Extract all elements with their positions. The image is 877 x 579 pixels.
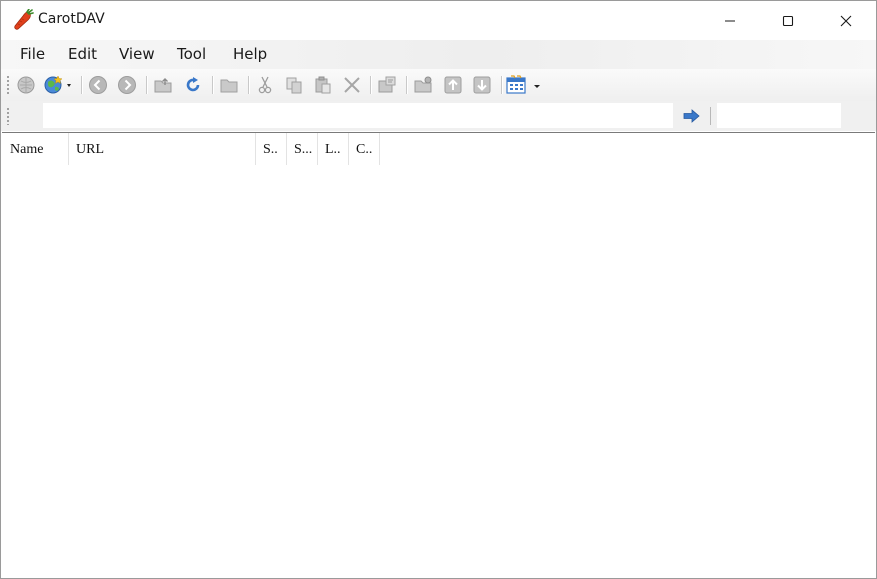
toolbar-separator xyxy=(81,76,83,94)
menu-tool[interactable]: Tool xyxy=(177,45,206,63)
toolbar xyxy=(1,69,876,101)
favorite-globe-icon xyxy=(44,75,71,94)
address-separator xyxy=(710,107,711,125)
column-header-label: S... xyxy=(294,142,313,157)
forward-icon xyxy=(118,76,136,94)
view-mode-icon xyxy=(506,75,540,94)
menu-file[interactable]: File xyxy=(20,45,45,63)
app-window: CarotDAV File Edit View Tool Help Name U… xyxy=(0,0,877,579)
column-header-url[interactable]: URL xyxy=(69,133,256,165)
back-button[interactable] xyxy=(87,74,109,96)
title-bar[interactable]: CarotDAV xyxy=(1,1,876,40)
parent-folder-icon xyxy=(154,78,172,93)
column-header-label: S.. xyxy=(263,142,278,157)
column-header-label: C.. xyxy=(356,142,373,157)
menu-edit[interactable]: Edit xyxy=(68,45,97,63)
toolbar-separator xyxy=(370,76,372,94)
copy-icon xyxy=(286,77,302,94)
column-header-label: L.. xyxy=(325,142,341,157)
download-button[interactable] xyxy=(471,74,493,96)
address-right-panel xyxy=(717,103,841,128)
connect-icon xyxy=(17,76,35,94)
file-list[interactable]: Name URL S.. S... L.. C.. xyxy=(2,132,875,578)
properties-icon xyxy=(378,76,396,93)
favorite-globe-button[interactable] xyxy=(43,74,73,96)
close-button[interactable] xyxy=(817,1,875,40)
menu-view[interactable]: View xyxy=(119,45,155,63)
menu-bar: File Edit View Tool Help xyxy=(1,40,876,69)
folder-settings-button[interactable] xyxy=(412,74,434,96)
column-header-s1[interactable]: S.. xyxy=(256,133,287,165)
column-header-label: URL xyxy=(76,142,104,157)
paste-icon xyxy=(315,76,331,94)
new-folder-button[interactable] xyxy=(218,74,240,96)
toolbar-separator xyxy=(406,76,408,94)
view-mode-button[interactable] xyxy=(506,74,544,96)
new-folder-icon xyxy=(220,79,238,93)
refresh-icon xyxy=(186,77,200,92)
parent-folder-button[interactable] xyxy=(152,74,174,96)
toolbar-separator xyxy=(501,76,503,94)
paste-button[interactable] xyxy=(312,74,334,96)
connect-button[interactable] xyxy=(15,74,37,96)
menu-help[interactable]: Help xyxy=(233,45,267,63)
toolbar-separator xyxy=(146,76,148,94)
column-header-c[interactable]: C.. xyxy=(349,133,380,165)
column-header-s2[interactable]: S... xyxy=(287,133,318,165)
close-icon xyxy=(840,15,852,26)
carrot-icon xyxy=(14,9,34,30)
forward-button[interactable] xyxy=(116,74,138,96)
back-icon xyxy=(89,76,107,94)
address-input[interactable] xyxy=(43,103,673,128)
toolbar-grip[interactable] xyxy=(7,75,9,95)
minimize-button[interactable] xyxy=(701,1,759,40)
cut-icon xyxy=(258,76,272,94)
delete-button[interactable] xyxy=(341,74,363,96)
column-header-l[interactable]: L.. xyxy=(318,133,349,165)
toolbar-separator xyxy=(248,76,250,94)
toolbar-separator xyxy=(212,76,214,94)
maximize-icon xyxy=(782,15,794,26)
address-bar-grip[interactable] xyxy=(7,107,9,125)
properties-button[interactable] xyxy=(376,74,398,96)
delete-icon xyxy=(344,77,360,93)
maximize-button[interactable] xyxy=(759,1,817,40)
folder-settings-icon xyxy=(414,76,432,93)
address-bar xyxy=(1,101,876,131)
go-arrow-icon xyxy=(683,109,700,123)
cut-button[interactable] xyxy=(254,74,276,96)
minimize-icon xyxy=(725,20,735,21)
download-icon xyxy=(473,76,491,94)
column-header-name[interactable]: Name xyxy=(3,133,69,165)
window-title: CarotDAV xyxy=(38,11,105,27)
go-button[interactable] xyxy=(681,106,703,126)
refresh-button[interactable] xyxy=(182,74,204,96)
copy-button[interactable] xyxy=(283,74,305,96)
column-header-label: Name xyxy=(10,142,44,157)
upload-button[interactable] xyxy=(442,74,464,96)
upload-icon xyxy=(444,76,462,94)
